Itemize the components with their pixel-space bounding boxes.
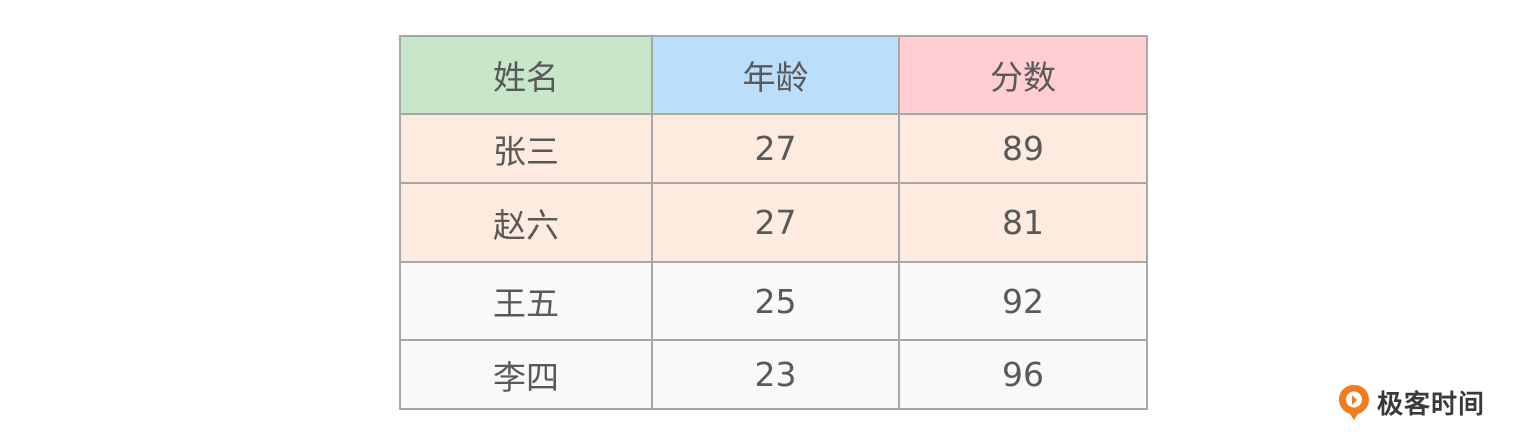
cell-age: 27 <box>651 182 900 263</box>
cell-age: 23 <box>651 339 900 410</box>
logo-text: 极客时间 <box>1376 389 1485 420</box>
cell-score: 92 <box>898 261 1148 341</box>
table-row: 李四 23 96 <box>399 339 1148 410</box>
geektime-logo-icon <box>1338 385 1369 420</box>
header-age: 年龄 <box>651 35 900 115</box>
cell-name: 李四 <box>399 339 653 410</box>
table-row: 王五 25 92 <box>399 261 1148 341</box>
cell-age: 27 <box>651 113 900 184</box>
header-name: 姓名 <box>399 35 653 115</box>
cell-age: 25 <box>651 261 900 341</box>
geektime-logo: 极客时间 <box>1337 383 1485 421</box>
cell-score: 89 <box>898 113 1148 184</box>
table-row: 张三 27 89 <box>399 113 1148 184</box>
cell-score: 96 <box>898 339 1148 410</box>
score-table: 姓名 年龄 分数 张三 27 89 赵六 27 81 王五 25 92 李四 2… <box>399 35 1148 410</box>
cell-score: 81 <box>898 182 1148 263</box>
cell-name: 张三 <box>399 113 653 184</box>
table-row: 赵六 27 81 <box>399 182 1148 263</box>
table-header-row: 姓名 年龄 分数 <box>399 35 1148 115</box>
header-score: 分数 <box>898 35 1148 115</box>
cell-name: 王五 <box>399 261 653 341</box>
cell-name: 赵六 <box>399 182 653 263</box>
